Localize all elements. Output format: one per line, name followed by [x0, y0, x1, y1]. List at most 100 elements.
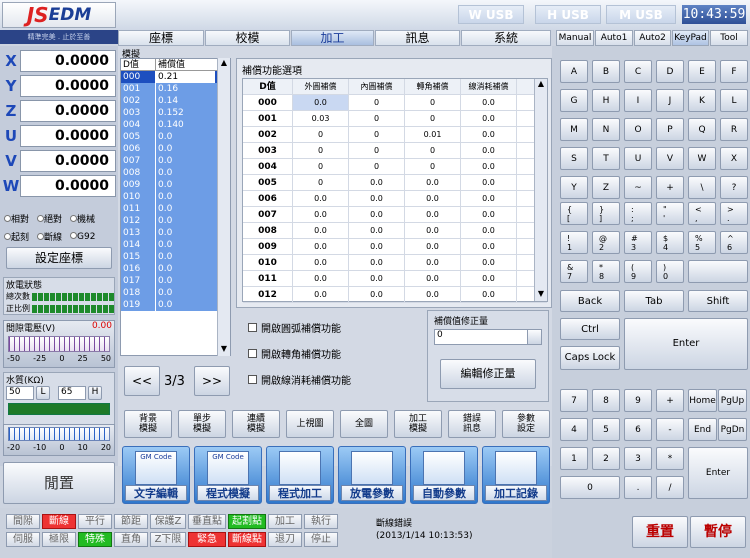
symbol-key[interactable]: {[ [560, 202, 588, 225]
key-U[interactable]: U [624, 147, 652, 170]
symbol-key[interactable]: % 5 [688, 231, 716, 254]
comp-cell[interactable]: 0.0 [349, 175, 405, 190]
ctrl-key[interactable]: Ctrl [560, 318, 620, 340]
coord-mode-option[interactable]: 斷線 [37, 230, 62, 243]
comp-cell[interactable]: 0.0 [405, 271, 461, 286]
comp-cell[interactable]: 0 [405, 111, 461, 126]
kb-tab-2[interactable]: Auto2 [634, 30, 671, 46]
comp-cell[interactable]: 0.0 [349, 207, 405, 222]
correction-spinner[interactable] [527, 330, 541, 344]
comp-cell[interactable]: 0.0 [293, 95, 349, 110]
water-high-button[interactable]: H [88, 386, 102, 400]
comp-cell[interactable]: 0.0 [349, 255, 405, 270]
numpad-key[interactable]: 4 [560, 418, 588, 441]
numpad-key[interactable]: * [656, 447, 684, 470]
symbol-key[interactable]: ! 1 [560, 231, 588, 254]
table-row[interactable]: 003 0.152 [121, 107, 230, 119]
numpad-key[interactable]: 9 [624, 389, 652, 412]
key-Q[interactable]: Q [688, 118, 716, 141]
comp-cell[interactable]: 0 [293, 175, 349, 190]
table-row[interactable]: 000 0.21 [121, 71, 230, 83]
kb-tab-4[interactable]: Tool [710, 30, 748, 46]
table-row[interactable]: 014 0.0 [121, 239, 230, 251]
coord-mode-option[interactable]: 相對 [4, 212, 29, 225]
comp-cell[interactable]: 0.0 [461, 111, 517, 126]
table-row[interactable]: 004 0 0 0 0.0 [243, 159, 547, 175]
comp-cell[interactable]: 0.0 [461, 127, 517, 142]
toolbar-button-1[interactable]: 單步 模擬 [178, 410, 226, 438]
tab-3[interactable]: 訊息 [375, 30, 460, 46]
big-button-1[interactable]: GM Code 程式模擬 [194, 446, 262, 504]
table-row[interactable]: 000 0.0 0 0 0.0 [243, 95, 547, 111]
comp-cell[interactable]: 0.0 [293, 223, 349, 238]
table-row[interactable]: 007 0.0 [121, 155, 230, 167]
comp-cell[interactable]: 0.0 [461, 239, 517, 254]
key-H[interactable]: H [592, 89, 620, 112]
toolbar-button-2[interactable]: 連續 模擬 [232, 410, 280, 438]
d-value-list[interactable]: D值 補償值 000 0.21 001 0.16 002 0.14 003 0.152 004 0.… [120, 58, 231, 356]
comp-cell[interactable]: 0.0 [293, 287, 349, 302]
table-row[interactable]: 013 0.0 [121, 227, 230, 239]
key-O[interactable]: O [624, 118, 652, 141]
symbol-key[interactable]: <, [688, 202, 716, 225]
axis-value[interactable]: 0.0000 [20, 99, 116, 122]
comp-cell[interactable]: 0.0 [293, 207, 349, 222]
reset-button[interactable]: 重置 [632, 516, 688, 548]
comp-cell[interactable]: 0.0 [293, 255, 349, 270]
toolbar-button-3[interactable]: 上視圖 [286, 410, 334, 438]
key-S[interactable]: S [560, 147, 588, 170]
comp-cell[interactable]: 0.0 [461, 223, 517, 238]
comp-cell[interactable]: 0 [349, 95, 405, 110]
comp-cell[interactable]: 0 [349, 159, 405, 174]
comp-cell[interactable]: 0.0 [349, 191, 405, 206]
coord-mode-option[interactable]: 絕對 [37, 212, 62, 225]
toolbar-button-0[interactable]: 背景 模擬 [124, 410, 172, 438]
numpad-key[interactable]: 1 [560, 447, 588, 470]
tab-4[interactable]: 系統 [461, 30, 551, 46]
comp-cell[interactable]: 0.0 [405, 287, 461, 302]
table-row[interactable]: 018 0.0 [121, 287, 230, 299]
checkbox-0[interactable]: 開啟圓弧補償功能 [248, 320, 341, 335]
key-\[interactable]: \ [688, 176, 716, 199]
edit-correction-button[interactable]: 編輯修正量 [440, 359, 536, 389]
symbol-key[interactable]: >. [720, 202, 748, 225]
coord-mode-option[interactable]: G92 [70, 231, 95, 242]
numpad-key[interactable]: PgUp [718, 389, 747, 412]
prev-page-button[interactable]: << [124, 366, 160, 396]
comp-cell[interactable]: 0.0 [349, 287, 405, 302]
correction-input[interactable]: 0 [435, 330, 527, 344]
numpad-key[interactable]: PgDn [718, 418, 747, 441]
numpad-zero-key[interactable]: 0 [560, 476, 620, 499]
comp-cell[interactable]: 0 [405, 95, 461, 110]
big-button-4[interactable]: 自動參數 [410, 446, 478, 504]
checkbox-2[interactable]: 開啟線消耗補償功能 [248, 372, 351, 387]
symbol-key[interactable]: }] [592, 202, 620, 225]
caps-lock-key[interactable]: Caps Lock [560, 346, 620, 370]
table-row[interactable]: 011 0.0 [121, 203, 230, 215]
scroll-down-icon[interactable]: ▼ [218, 344, 230, 356]
table-row[interactable]: 004 0.140 [121, 119, 230, 131]
back-key[interactable]: Back [560, 290, 620, 312]
comp-cell[interactable]: 0 [293, 143, 349, 158]
comp-cell[interactable]: 0.0 [461, 159, 517, 174]
key-D[interactable]: D [656, 60, 684, 83]
table-row[interactable]: 002 0.14 [121, 95, 230, 107]
symbol-key[interactable]: @2 [592, 231, 620, 254]
table-row[interactable]: 010 0.0 [121, 191, 230, 203]
table-row[interactable]: 002 0 0 0.01 0.0 [243, 127, 547, 143]
comp-cell[interactable]: 0.0 [349, 223, 405, 238]
enter-key[interactable]: Enter [624, 318, 748, 370]
axis-value[interactable]: 0.0000 [20, 49, 116, 72]
key-E[interactable]: E [688, 60, 716, 83]
table-row[interactable]: 008 0.0 0.0 0.0 0.0 [243, 223, 547, 239]
numpad-enter-key[interactable]: Enter [688, 447, 748, 499]
comp-cell[interactable]: 0.0 [461, 191, 517, 206]
table-row[interactable]: 010 0.0 0.0 0.0 0.0 [243, 255, 547, 271]
kb-tab-0[interactable]: Manual [556, 30, 594, 46]
tab-2[interactable]: 加工 [291, 30, 374, 46]
symbol-key[interactable]: :; [624, 202, 652, 225]
key-F[interactable]: F [720, 60, 748, 83]
numpad-key[interactable]: Home [688, 389, 717, 412]
numpad-key[interactable]: + [656, 389, 684, 412]
table-row[interactable]: 015 0.0 [121, 251, 230, 263]
